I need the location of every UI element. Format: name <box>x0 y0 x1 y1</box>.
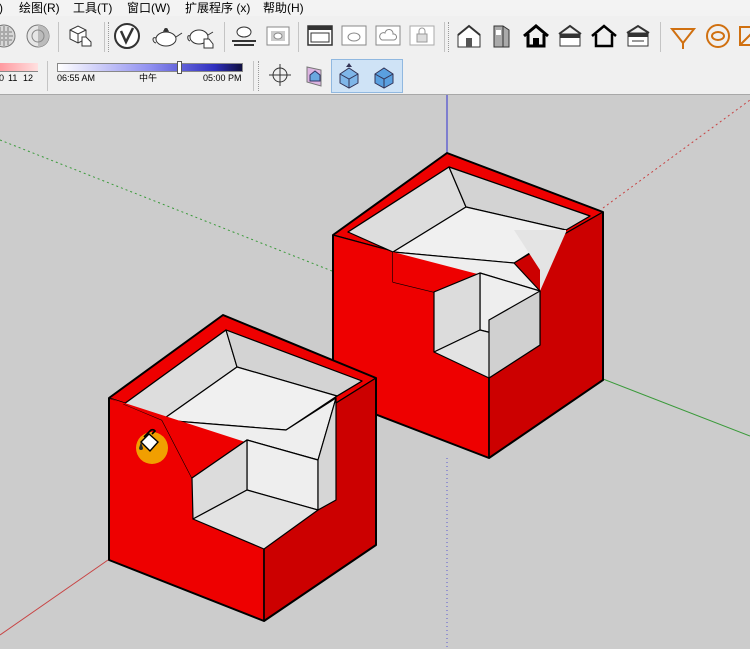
shadow-date-slider[interactable] <box>0 63 38 72</box>
main-toolbar <box>0 16 750 59</box>
time-slider-thumb[interactable] <box>177 61 182 74</box>
stepped-block-left <box>108 314 377 622</box>
section-cut-icon[interactable] <box>667 20 699 52</box>
menu-help[interactable]: 帮助(H) <box>263 1 304 15</box>
frame-buffer-icon[interactable] <box>262 20 294 52</box>
month-label-10: 0 <box>0 73 5 83</box>
teapot-floor-icon[interactable] <box>228 20 260 52</box>
secondary-toolbar: 0 11 12 06:55 AM 中午 05:00 PM <box>0 58 750 95</box>
model-viewport[interactable] <box>0 95 750 649</box>
month-label-11: 11 <box>8 73 18 83</box>
house-upload-icon[interactable] <box>554 20 586 52</box>
red-axis-positive <box>0 559 109 636</box>
red-axis <box>602 99 750 209</box>
menu-extensions[interactable]: 扩展程序 (x) <box>185 1 250 15</box>
warehouse-icon[interactable] <box>453 20 485 52</box>
iso-house-selected-icon[interactable] <box>368 59 400 91</box>
perspective-house-icon[interactable] <box>298 59 330 91</box>
menu-tools[interactable]: 工具(T) <box>73 1 112 15</box>
section-plane-icon[interactable] <box>735 20 750 52</box>
cloud-icon[interactable] <box>372 20 404 52</box>
iso-house-icon[interactable] <box>333 59 365 91</box>
time-noon-label: 中午 <box>139 73 158 83</box>
menu-window[interactable]: 窗口(W) <box>127 1 170 15</box>
time-start-label: 06:55 AM <box>57 73 96 83</box>
house-share-icon[interactable] <box>622 20 654 52</box>
month-label-12: 12 <box>23 73 34 83</box>
shadow-time-slider[interactable] <box>57 63 243 72</box>
green-axis <box>0 139 333 272</box>
orbit-axes-icon[interactable] <box>264 59 296 91</box>
lock-icon[interactable] <box>406 20 438 52</box>
dynamic-component-icon[interactable] <box>702 20 734 52</box>
time-end-label: 05:00 PM <box>203 73 242 83</box>
teapot-window-icon[interactable] <box>338 20 370 52</box>
house-outline-icon[interactable] <box>588 20 620 52</box>
component-interact-icon[interactable] <box>64 20 96 52</box>
viewport-canvas <box>0 95 750 649</box>
teapot-render-icon[interactable] <box>151 20 183 52</box>
vray-logo-icon[interactable] <box>111 20 143 52</box>
window-icon[interactable] <box>304 20 336 52</box>
back-edges-style-icon[interactable] <box>22 20 54 52</box>
teapot-interactive-icon[interactable] <box>186 20 218 52</box>
xray-style-icon[interactable] <box>0 20 20 52</box>
menu-draw[interactable]: 绘图(R) <box>19 1 60 15</box>
menu-bar: ) 绘图(R) 工具(T) 窗口(W) 扩展程序 (x) 帮助(H) <box>0 0 750 16</box>
menu-view[interactable]: ) <box>0 1 3 15</box>
home-icon[interactable] <box>520 20 552 52</box>
extension-warehouse-icon[interactable] <box>486 20 518 52</box>
green-axis-positive <box>602 378 750 437</box>
